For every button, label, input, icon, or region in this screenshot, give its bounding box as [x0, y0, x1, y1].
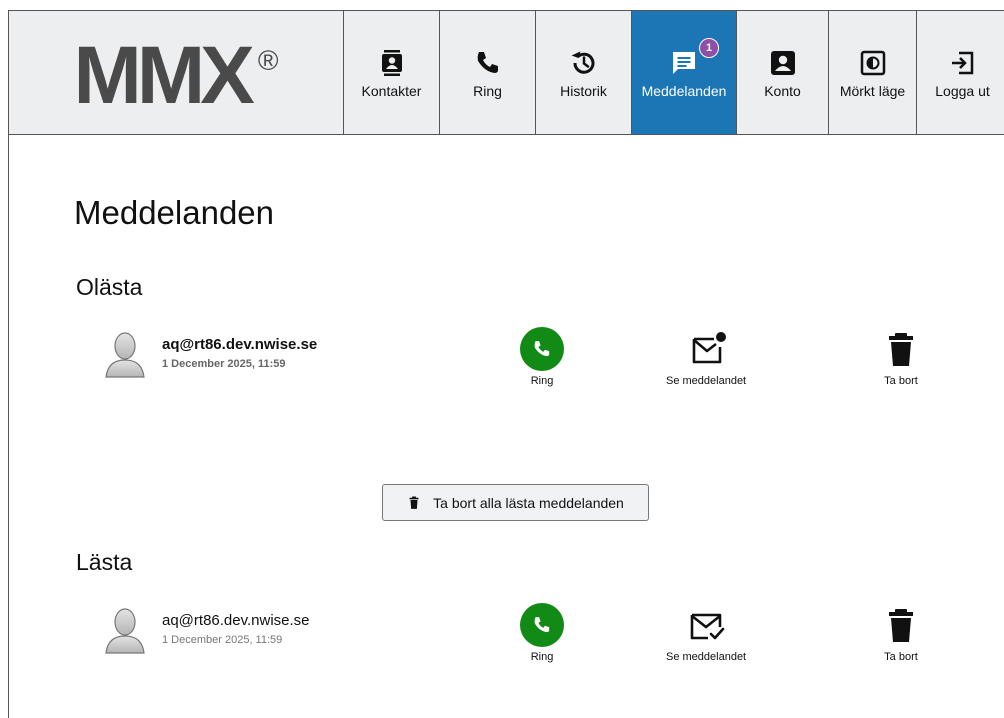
delete-label: Ta bort — [884, 651, 918, 663]
nav-label-call: Ring — [473, 82, 502, 99]
read-envelope-icon — [690, 613, 725, 640]
trash-icon — [889, 609, 913, 642]
logout-icon — [951, 51, 973, 74]
mmx-logo: MMX ® — [9, 11, 344, 134]
trash-icon — [889, 333, 913, 366]
message-icon — [673, 51, 695, 74]
nav-item-history[interactable]: Historik — [536, 11, 632, 134]
contacts-icon — [381, 49, 402, 76]
view-message-button[interactable]: Se meddelandet — [666, 603, 746, 663]
trash-icon — [409, 496, 419, 509]
phone-icon — [477, 51, 498, 73]
delete-all-label: Ta bort alla lästa meddelanden — [433, 494, 624, 511]
message-date: 1 December 2025, 11:59 — [162, 358, 286, 370]
app-frame: MMX ® Kontakter Ring Historik 1 Meddelan… — [8, 10, 1004, 718]
nav-label-account: Konto — [764, 82, 801, 99]
nav-label-dark-mode: Mörkt läge — [839, 82, 906, 99]
view-message-label: Se meddelandet — [666, 375, 747, 387]
nav-item-contacts[interactable]: Kontakter — [344, 11, 440, 134]
avatar-icon — [105, 608, 145, 654]
delete-all-read-button[interactable]: Ta bort alla lästa meddelanden — [382, 484, 649, 521]
message-date: 1 December 2025, 11:59 — [162, 634, 283, 646]
nav-item-dark-mode[interactable]: Mörkt läge — [829, 11, 917, 134]
nav-item-account[interactable]: Konto — [737, 11, 829, 134]
call-back-button[interactable]: Ring — [520, 327, 564, 387]
view-message-button[interactable]: Se meddelandet — [666, 327, 746, 387]
nav-item-logout[interactable]: Logga ut — [917, 11, 1004, 134]
call-button-circle — [520, 603, 564, 647]
phone-icon — [534, 341, 550, 357]
section-title-unread: Olästa — [76, 274, 143, 300]
page-title: Meddelanden — [74, 194, 274, 231]
avatar-icon — [105, 332, 145, 378]
call-label: Ring — [530, 651, 554, 663]
nav-item-messages[interactable]: 1 Meddelanden — [632, 11, 737, 134]
message-sender: aq@rt86.dev.nwise.se — [162, 336, 318, 353]
contrast-icon — [860, 50, 885, 75]
nav-label-contacts: Kontakter — [361, 82, 422, 99]
nav-label-logout: Logga ut — [935, 82, 990, 99]
delete-message-button[interactable]: Ta bort — [879, 327, 923, 387]
account-icon — [770, 50, 795, 75]
phone-icon — [534, 617, 550, 633]
delete-message-button[interactable]: Ta bort — [879, 603, 923, 663]
nav-label-history: Historik — [560, 82, 607, 99]
unread-envelope-icon — [692, 332, 727, 364]
view-message-label: Se meddelandet — [666, 651, 747, 663]
message-sender: aq@rt86.dev.nwise.se — [162, 612, 310, 629]
message-row-unread: aq@rt86.dev.nwise.se 1 December 2025, 11… — [9, 327, 1004, 401]
nav-item-call[interactable]: Ring — [440, 11, 536, 134]
call-back-button[interactable]: Ring — [520, 603, 564, 663]
registered-mark: ® — [257, 45, 279, 76]
logo-text: MMX — [73, 29, 255, 121]
call-label: Ring — [530, 375, 554, 387]
history-icon — [571, 50, 594, 74]
top-navigation-bar: MMX ® Kontakter Ring Historik 1 Meddelan… — [9, 11, 1004, 135]
section-title-read: Lästa — [76, 549, 133, 575]
unread-count-badge: 1 — [699, 38, 719, 58]
message-row-read: aq@rt86.dev.nwise.se 1 December 2025, 11… — [9, 603, 1004, 677]
nav-label-messages: Meddelanden — [641, 82, 727, 99]
delete-label: Ta bort — [884, 375, 918, 387]
call-button-circle — [520, 327, 564, 371]
